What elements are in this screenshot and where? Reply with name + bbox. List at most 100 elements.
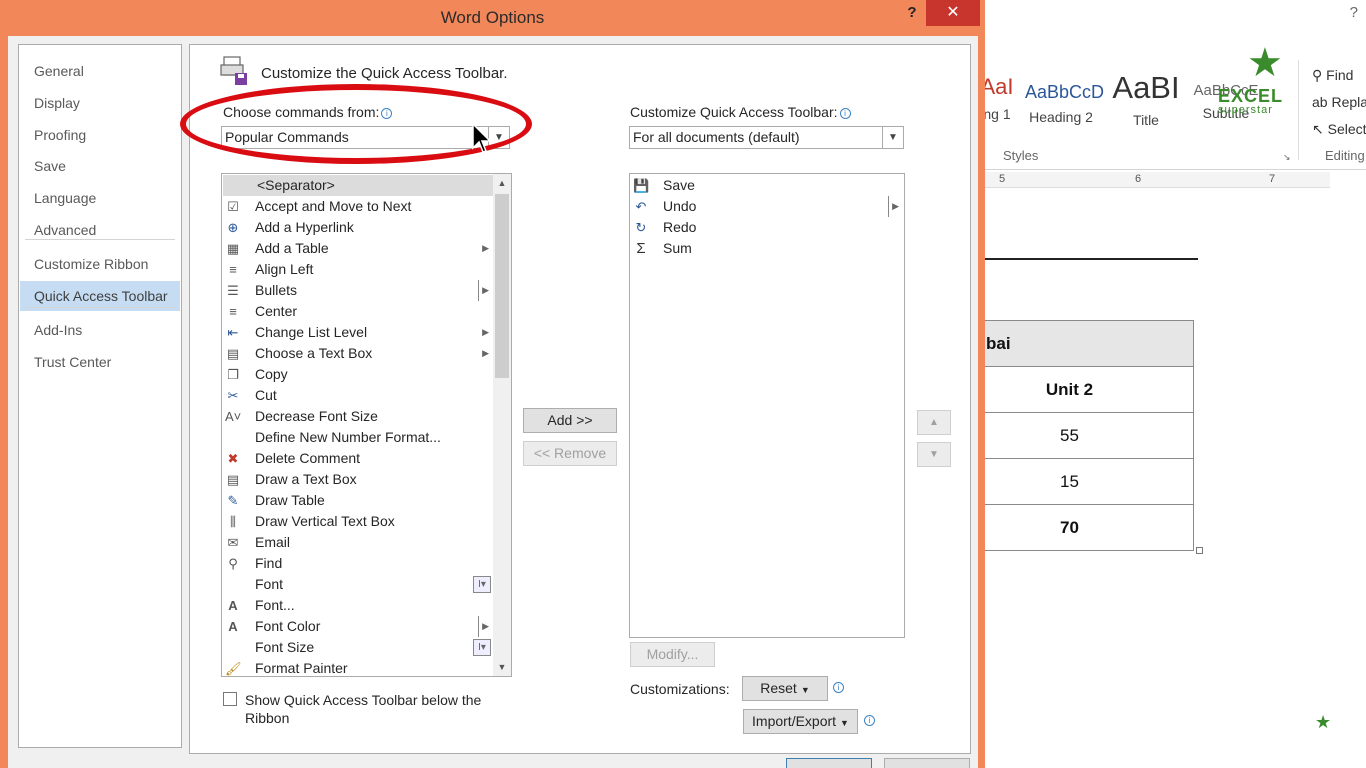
list-item-label: Copy — [255, 366, 288, 382]
copy-icon: ❐ — [227, 367, 239, 382]
scroll-down-icon[interactable]: ▼ — [493, 658, 511, 676]
list-item[interactable]: Σ Sum — [631, 238, 903, 259]
vertical-text-box-icon: ⫼ — [230, 514, 236, 529]
remove-button[interactable]: << Remove — [523, 441, 617, 466]
nav-item-display[interactable]: Display — [20, 88, 180, 118]
nav-item-trust-center[interactable]: Trust Center — [20, 347, 180, 377]
list-item[interactable]: ✉ Email — [223, 532, 493, 553]
list-item[interactable]: A Font... — [223, 595, 493, 616]
scroll-thumb[interactable] — [495, 194, 509, 378]
list-item[interactable]: ✖ Delete Comment — [223, 448, 493, 469]
chevron-down-icon[interactable]: ▼ — [882, 127, 903, 148]
nav-item-add-ins[interactable]: Add-Ins — [20, 315, 180, 345]
list-item[interactable]: ▦ Add a Table ▶ — [223, 238, 493, 259]
title-bar[interactable]: Word Options ? ✕ — [0, 0, 985, 36]
table-value-cell[interactable]: 55 — [985, 412, 1194, 459]
styles-launcher-icon[interactable]: ↘ — [1283, 152, 1291, 163]
document-table[interactable]: bai Unit 2 55 15 70 — [985, 320, 1194, 551]
list-item-label: Accept and Move to Next — [255, 198, 412, 214]
list-item-label: <Separator> — [257, 177, 335, 193]
show-below-ribbon-checkbox[interactable] — [223, 692, 237, 706]
document-page[interactable]: bai Unit 2 55 15 70 — [985, 190, 1330, 768]
list-item[interactable]: 🖌 Format Painter — [223, 658, 493, 676]
logo-text-superstar: superstar — [1218, 104, 1273, 116]
window-help-icon[interactable]: ? — [1350, 4, 1358, 21]
list-item[interactable]: ≡ Center — [223, 301, 493, 322]
reset-button-label: Reset — [760, 680, 797, 696]
submenu-arrow-icon: ▶ — [482, 327, 489, 337]
table-resize-handle[interactable] — [1196, 547, 1203, 554]
move-down-button[interactable]: ▼ — [917, 442, 951, 467]
list-item[interactable]: ✂ Cut — [223, 385, 493, 406]
commands-list[interactable]: <Separator> ☑ Accept and Move to Next ⊕ … — [221, 173, 512, 677]
replace-icon: ab — [1312, 94, 1332, 110]
list-item[interactable]: Define New Number Format... — [223, 427, 493, 448]
close-button[interactable]: ✕ — [926, 0, 980, 26]
list-item-label: Format Painter — [255, 660, 348, 676]
customize-qat-dropdown[interactable]: For all documents (default) ▼ — [629, 126, 904, 149]
style-heading-1[interactable]: AaI ng 1 — [985, 74, 1015, 122]
split-arrow-icon: ▶ — [478, 280, 489, 301]
commands-scrollbar[interactable]: ▲ ▼ — [493, 174, 511, 676]
import-export-button[interactable]: Import/Export ▼ — [743, 709, 858, 734]
move-up-button[interactable]: ▲ — [917, 410, 951, 435]
list-item[interactable]: ❐ Copy — [223, 364, 493, 385]
replace-command[interactable]: ab Replace — [1312, 94, 1366, 110]
ruler-mark: 6 — [1135, 173, 1142, 185]
style-heading-2[interactable]: AaBbCcD Heading 2 — [1025, 82, 1104, 125]
list-item[interactable]: ▤ Choose a Text Box ▶ — [223, 343, 493, 364]
list-item-label: Undo — [663, 198, 697, 214]
modify-button[interactable]: Modify... — [630, 642, 715, 667]
select-command[interactable]: ↖ Select — [1312, 121, 1366, 138]
list-item[interactable]: ⫼ Draw Vertical Text Box — [223, 511, 493, 532]
qat-commands-list[interactable]: 💾 Save ↶ Undo ▶ ↻ Redo Σ Sum — [629, 173, 905, 638]
word-document-background: ? AaI ng 1 AaBbCcD Heading 2 AaBI Title … — [985, 0, 1366, 768]
list-item[interactable]: ↻ Redo — [631, 217, 903, 238]
info-icon[interactable]: i — [833, 682, 844, 693]
nav-item-advanced[interactable]: Advanced — [20, 215, 180, 245]
add-button[interactable]: Add >> — [523, 408, 617, 433]
table-total-cell[interactable]: 70 — [985, 504, 1194, 551]
list-item[interactable]: ⚲ Find — [223, 553, 493, 574]
nav-item-proofing[interactable]: Proofing — [20, 120, 180, 150]
accept-icon: ☑ — [227, 199, 239, 214]
reset-button[interactable]: Reset ▼ — [742, 676, 828, 701]
list-item[interactable]: ⇤ Change List Level ▶ — [223, 322, 493, 343]
cancel-button[interactable] — [884, 758, 970, 768]
nav-separator — [25, 239, 175, 240]
table-value-cell[interactable]: 15 — [985, 458, 1194, 505]
list-item[interactable]: ☑ Accept and Move to Next — [223, 196, 493, 217]
nav-item-language[interactable]: Language — [20, 183, 180, 213]
list-item[interactable]: Font Size I▾ — [223, 637, 493, 658]
find-command[interactable]: ⚲ Find — [1312, 67, 1353, 84]
style-title[interactable]: AaBI Title — [1111, 70, 1181, 128]
list-item[interactable]: A Font Color ▶ — [223, 616, 493, 637]
submenu-arrow-icon: ▶ — [482, 348, 489, 358]
nav-item-customize-ribbon[interactable]: Customize Ribbon — [20, 249, 180, 279]
help-button[interactable]: ? — [900, 4, 924, 26]
list-item[interactable]: ✎ Draw Table — [223, 490, 493, 511]
list-item-label: Draw Vertical Text Box — [255, 513, 395, 529]
list-item-label: Decrease Font Size — [255, 408, 378, 424]
list-item[interactable]: ≡ Align Left — [223, 259, 493, 280]
info-icon[interactable]: i — [864, 715, 875, 726]
list-item[interactable]: ▤ Draw a Text Box — [223, 469, 493, 490]
list-level-icon: ⇤ — [227, 325, 239, 340]
list-item[interactable]: A˅ Decrease Font Size — [223, 406, 493, 427]
list-item[interactable]: 💾 Save — [631, 175, 903, 196]
list-item-label: Center — [255, 303, 298, 319]
list-item[interactable]: Font I▾ — [223, 574, 493, 595]
center-icon: ≡ — [229, 304, 237, 319]
scroll-up-icon[interactable]: ▲ — [493, 174, 511, 192]
table-unit-cell[interactable]: Unit 2 — [985, 366, 1194, 413]
ok-button[interactable] — [786, 758, 872, 768]
list-item[interactable]: <Separator> — [223, 175, 493, 196]
nav-item-save[interactable]: Save — [20, 151, 180, 181]
list-item[interactable]: ⊕ Add a Hyperlink — [223, 217, 493, 238]
ruler-mark: 7 — [1269, 173, 1276, 185]
info-icon[interactable]: i — [839, 108, 851, 119]
list-item[interactable]: ☰ Bullets ▶ — [223, 280, 493, 301]
table-header-cell[interactable]: bai — [985, 320, 1194, 367]
list-item[interactable]: ↶ Undo ▶ — [631, 196, 903, 217]
nav-item-general[interactable]: General — [20, 56, 180, 86]
